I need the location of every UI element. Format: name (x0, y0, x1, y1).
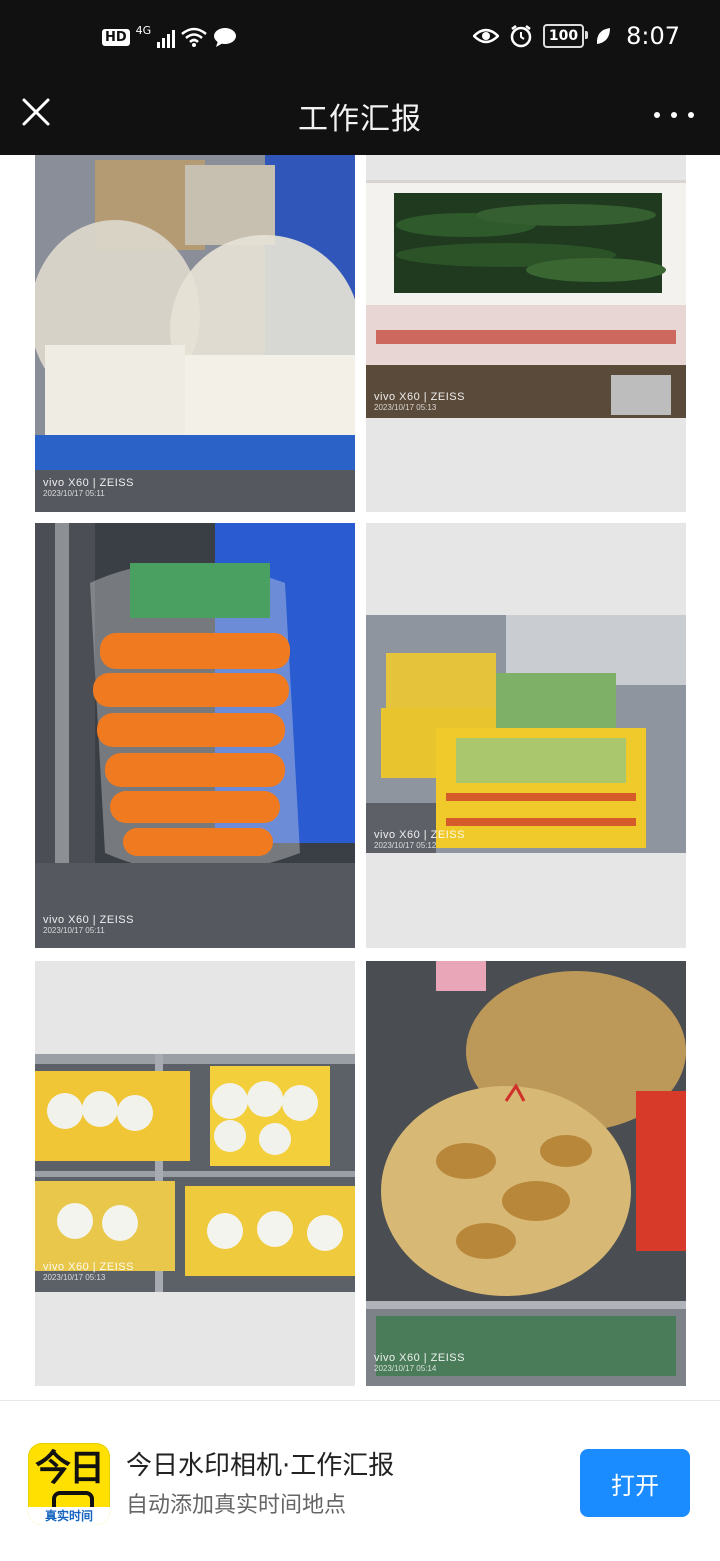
photo-carrots[interactable]: vivo X60 | ZEISS 2023/10/17 05:11 (35, 523, 355, 948)
signal-icon (157, 26, 176, 48)
battery-icon: 100 (542, 24, 589, 48)
photo-watermark: vivo X60 | ZEISS 2023/10/17 05:11 (43, 914, 134, 935)
clock: 8:07 (626, 22, 680, 50)
eye-icon (472, 28, 499, 44)
promo-subtitle: 自动添加真实时间地点 (126, 1493, 347, 1518)
photo-tofu[interactable]: vivo X60 | ZEISS 2023/10/17 05:11 (35, 155, 355, 512)
photo-watermark: vivo X60 | ZEISS 2023/10/17 05:11 (43, 477, 134, 498)
hd-badge: HD (102, 28, 130, 46)
photo-watermark: vivo X60 | ZEISS 2023/10/17 05:13 (43, 1261, 134, 1282)
photo-cucumbers-image (366, 155, 686, 512)
photo-tofu-image (35, 155, 355, 512)
photo-carrots-image (35, 523, 355, 948)
photo-greens[interactable]: vivo X60 | ZEISS 2023/10/17 05:12 (366, 523, 686, 948)
page-title: 工作汇报 (298, 102, 422, 137)
network-type: 4G (135, 23, 152, 37)
title-bar: 工作汇报 (0, 80, 720, 155)
photo-grid: vivo X60 | ZEISS 2023/10/17 05:11 vivo X… (0, 155, 720, 1400)
photo-ginger-image (366, 961, 686, 1386)
promo-title: 今日水印相机·工作汇报 (126, 1451, 395, 1481)
app-icon-text: 今日 (34, 1448, 105, 1489)
status-left: HD 4G (102, 23, 237, 48)
status-bar: HD 4G 100 8:07 (0, 0, 720, 80)
photo-cucumbers[interactable]: vivo X60 | ZEISS 2023/10/17 05:13 (366, 155, 686, 512)
photo-watermark: vivo X60 | ZEISS 2023/10/17 05:12 (374, 829, 465, 850)
leaf-icon (597, 28, 611, 44)
wifi-icon (181, 27, 208, 47)
alarm-icon (510, 25, 532, 48)
open-button[interactable]: 打开 (580, 1449, 690, 1517)
app-icon[interactable]: 今日 真实时间 (28, 1443, 110, 1525)
app-promo-banner: 今日 真实时间 今日水印相机·工作汇报 自动添加真实时间地点 打开 (0, 1400, 720, 1561)
app-icon-strip: 真实时间 (28, 1507, 110, 1525)
more-icon (654, 112, 660, 118)
status-right: 100 8:07 (472, 22, 680, 50)
photo-cabbages[interactable]: vivo X60 | ZEISS 2023/10/17 05:13 (35, 961, 355, 1386)
photo-cabbages-image (35, 961, 355, 1386)
photo-watermark: vivo X60 | ZEISS 2023/10/17 05:14 (374, 1352, 465, 1373)
photo-greens-image (366, 523, 686, 948)
more-button[interactable] (654, 100, 694, 130)
photo-ginger[interactable]: vivo X60 | ZEISS 2023/10/17 05:14 (366, 961, 686, 1386)
message-icon (214, 28, 237, 47)
battery-level: 100 (548, 28, 579, 44)
photo-watermark: vivo X60 | ZEISS 2023/10/17 05:13 (374, 391, 465, 412)
